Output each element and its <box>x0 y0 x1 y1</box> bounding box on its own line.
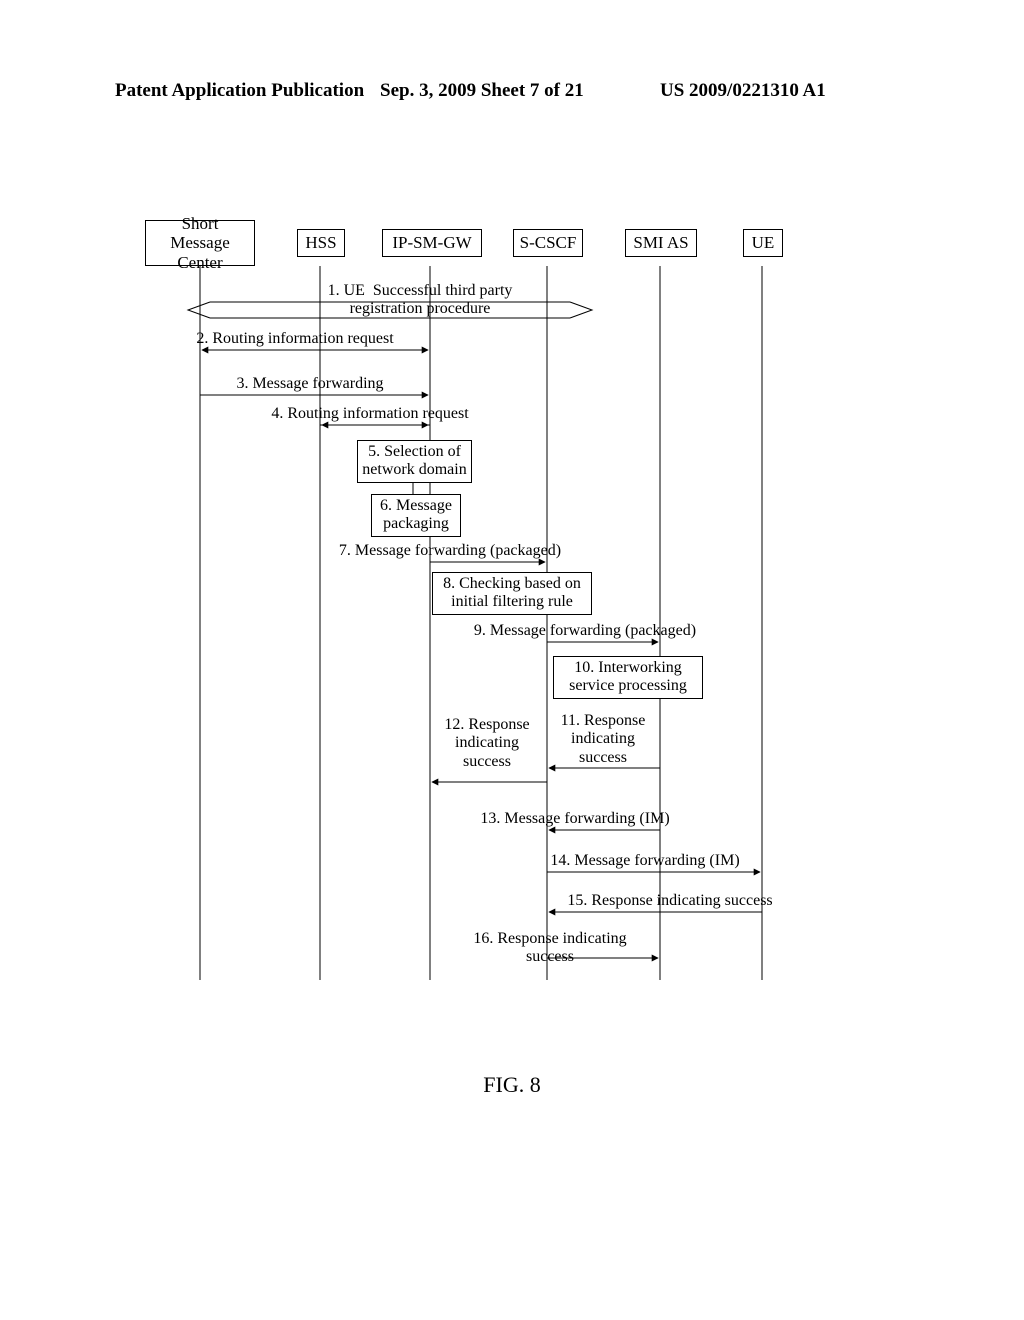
step-9-label: 9. Message forwarding (packaged) <box>440 622 730 640</box>
lifeline-hss: HSS <box>297 229 345 257</box>
step-13-label: 13. Message forwarding (IM) <box>460 810 690 828</box>
step-1-label: 1. UE Successful third party registratio… <box>300 282 540 319</box>
step-8-note: 8. Checking based on initial filtering r… <box>432 572 592 615</box>
step-4-label: 4. Routing information request <box>250 405 490 423</box>
step-15-label: 15. Response indicating success <box>520 892 820 910</box>
sequence-diagram-lines <box>0 0 1024 1320</box>
step-14-label: 14. Message forwarding (IM) <box>520 852 770 870</box>
step-11-label: 11. Response indicating success <box>548 712 658 767</box>
step-12-label: 12. Response indicating success <box>432 716 542 771</box>
step-16-label: 16. Response indicating success <box>440 930 660 967</box>
lifeline-ipgw: IP-SM-GW <box>382 229 482 257</box>
lifeline-smc: Short Message Center <box>145 220 255 266</box>
lifeline-scscf: S-CSCF <box>513 229 583 257</box>
step-6-note: 6. Message packaging <box>371 494 461 537</box>
step-5-note: 5. Selection of network domain <box>357 440 472 483</box>
step-7-label: 7. Message forwarding (packaged) <box>320 542 580 560</box>
page: Patent Application Publication Sep. 3, 2… <box>0 0 1024 1320</box>
step-2-label: 2. Routing information request <box>175 330 415 348</box>
lifeline-smias: SMI AS <box>625 229 697 257</box>
step-10-note: 10. Interworking service processing <box>553 656 703 699</box>
figure-caption: FIG. 8 <box>0 1072 1024 1098</box>
step-3-label: 3. Message forwarding <box>210 375 410 393</box>
lifeline-ue: UE <box>743 229 783 257</box>
